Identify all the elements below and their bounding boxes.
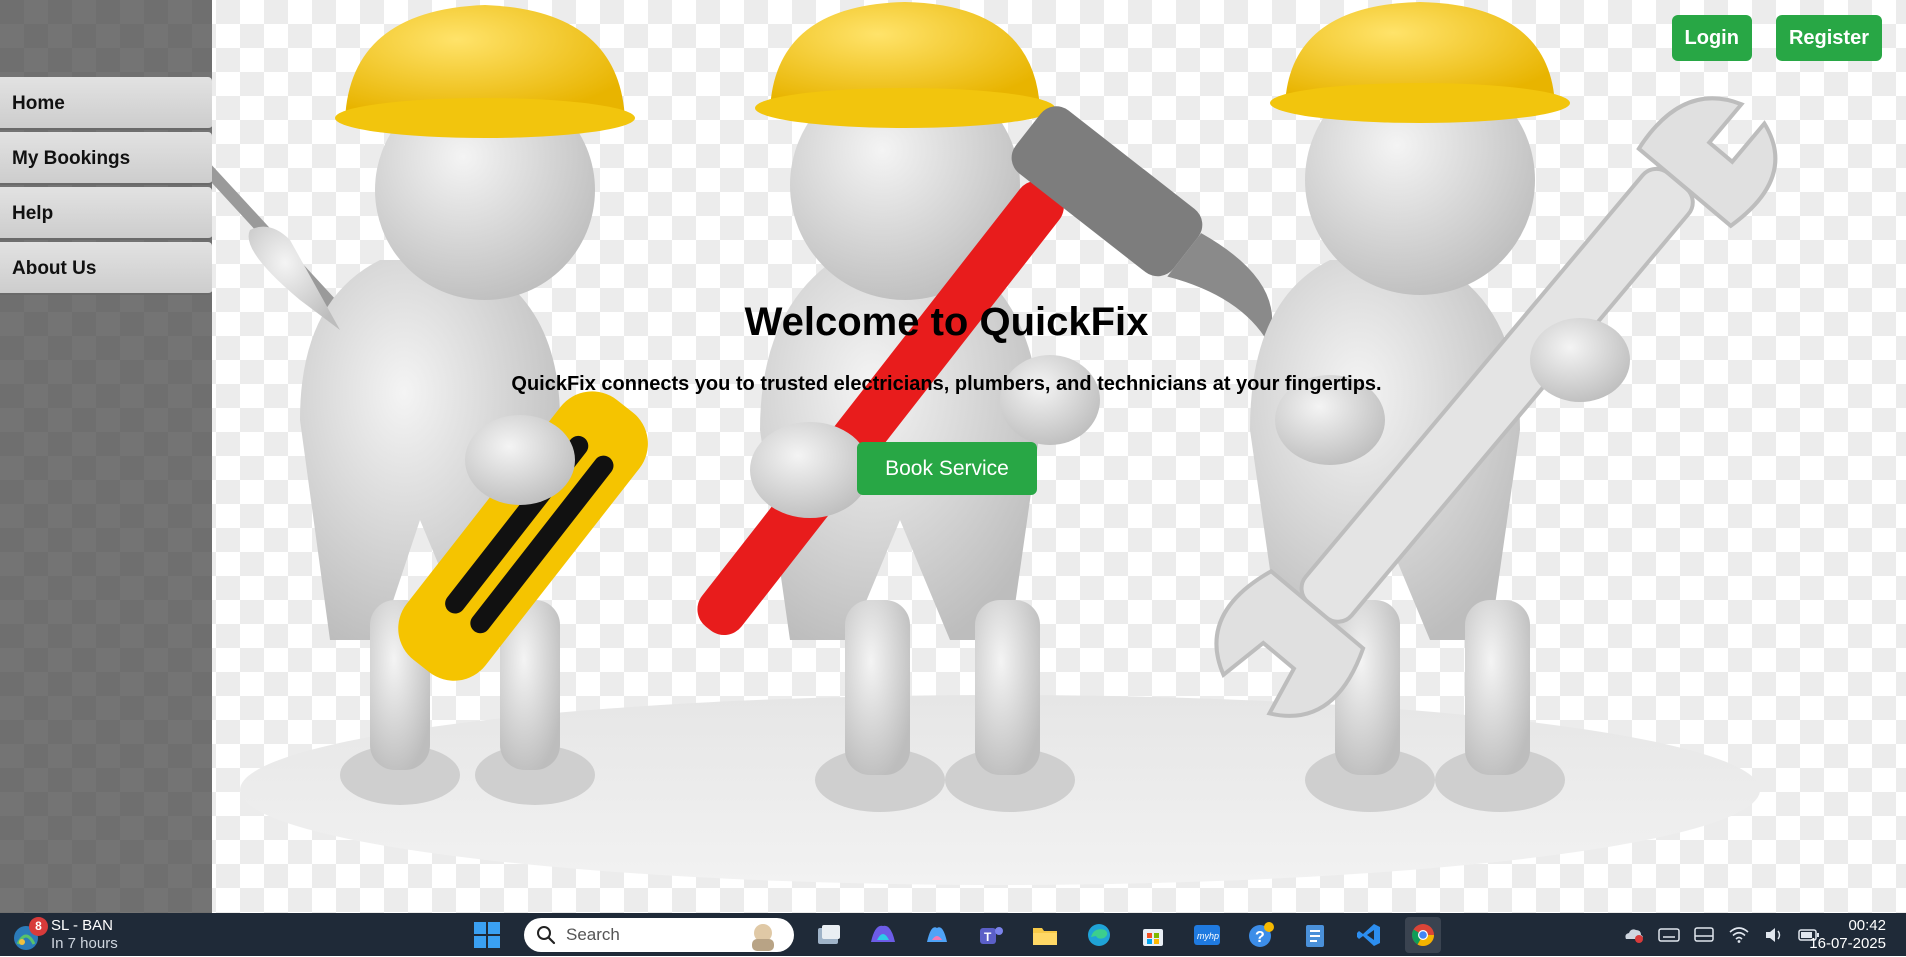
microsoft-store-icon[interactable] [1135, 917, 1171, 953]
myhp-icon[interactable]: myhp [1189, 917, 1225, 953]
keyboard-icon[interactable] [1658, 924, 1680, 946]
system-tray [1623, 913, 1820, 956]
auth-buttons: Login Register [1671, 15, 1882, 61]
register-button[interactable]: Register [1775, 15, 1882, 61]
book-service-button[interactable]: Book Service [857, 442, 1037, 495]
sidebar: Home My Bookings Help About Us [0, 0, 212, 913]
weather-widget[interactable]: 8 SL - BAN In 7 hours [12, 917, 118, 953]
chrome-icon[interactable] [1405, 916, 1441, 953]
hero-illustration [212, 2, 1778, 885]
onedrive-error-icon[interactable] [1623, 924, 1645, 946]
notepad-icon[interactable] [1297, 917, 1333, 953]
vscode-icon[interactable] [1351, 917, 1387, 953]
nav-item-help[interactable]: Help [0, 187, 212, 240]
taskbar-clock[interactable]: 00:42 16-07-2025 [1809, 917, 1886, 953]
search-icon [537, 925, 556, 944]
weather-text: SL - BAN In 7 hours [51, 917, 118, 953]
wifi-icon[interactable] [1728, 924, 1750, 946]
file-explorer-icon[interactable] [1027, 917, 1063, 953]
svg-text:?: ? [1255, 929, 1265, 946]
taskbar-search[interactable] [524, 917, 794, 952]
page: Home My Bookings Help About Us Login Reg… [0, 0, 1906, 913]
taskbar: 8 SL - BAN In 7 hours Search T myhp ? 00… [0, 913, 1906, 956]
windows-start-icon[interactable] [469, 917, 505, 953]
clock-time: 00:42 [1848, 917, 1886, 934]
search-highlight-icon [752, 923, 774, 951]
sidebar-nav: Home My Bookings Help About Us [0, 77, 212, 297]
m365-copilot-icon[interactable] [865, 917, 901, 953]
get-help-icon[interactable]: ? [1243, 917, 1279, 953]
teams-icon[interactable]: T [973, 917, 1009, 953]
svg-text:myhp: myhp [1197, 931, 1219, 941]
nav-item-my-bookings[interactable]: My Bookings [0, 132, 212, 185]
weather-icon: 8 [12, 917, 48, 952]
nav-item-home[interactable]: Home [0, 77, 212, 130]
right-worker-figure [1214, 2, 1778, 812]
middle-worker-figure [697, 2, 1272, 812]
nav-item-about-us[interactable]: About Us [0, 242, 212, 295]
task-view-icon[interactable] [811, 917, 847, 953]
display-icon[interactable] [1693, 924, 1715, 946]
weather-title: SL - BAN [51, 917, 113, 934]
svg-text:T: T [984, 930, 992, 944]
hero-title: Welcome to QuickFix [744, 300, 1149, 344]
search-input[interactable] [564, 923, 744, 946]
edge-icon[interactable] [1081, 917, 1117, 953]
weather-badge: 8 [29, 917, 48, 936]
clock-date: 16-07-2025 [1809, 935, 1886, 952]
volume-icon[interactable] [1763, 924, 1785, 946]
login-button[interactable]: Login [1671, 15, 1752, 61]
weather-subtitle: In 7 hours [51, 935, 118, 952]
left-worker-figure [212, 5, 648, 805]
copilot-icon[interactable] [919, 917, 955, 953]
taskbar-apps: T myhp ? [460, 913, 1450, 956]
hero-subtitle: QuickFix connects you to trusted electri… [511, 373, 1382, 395]
